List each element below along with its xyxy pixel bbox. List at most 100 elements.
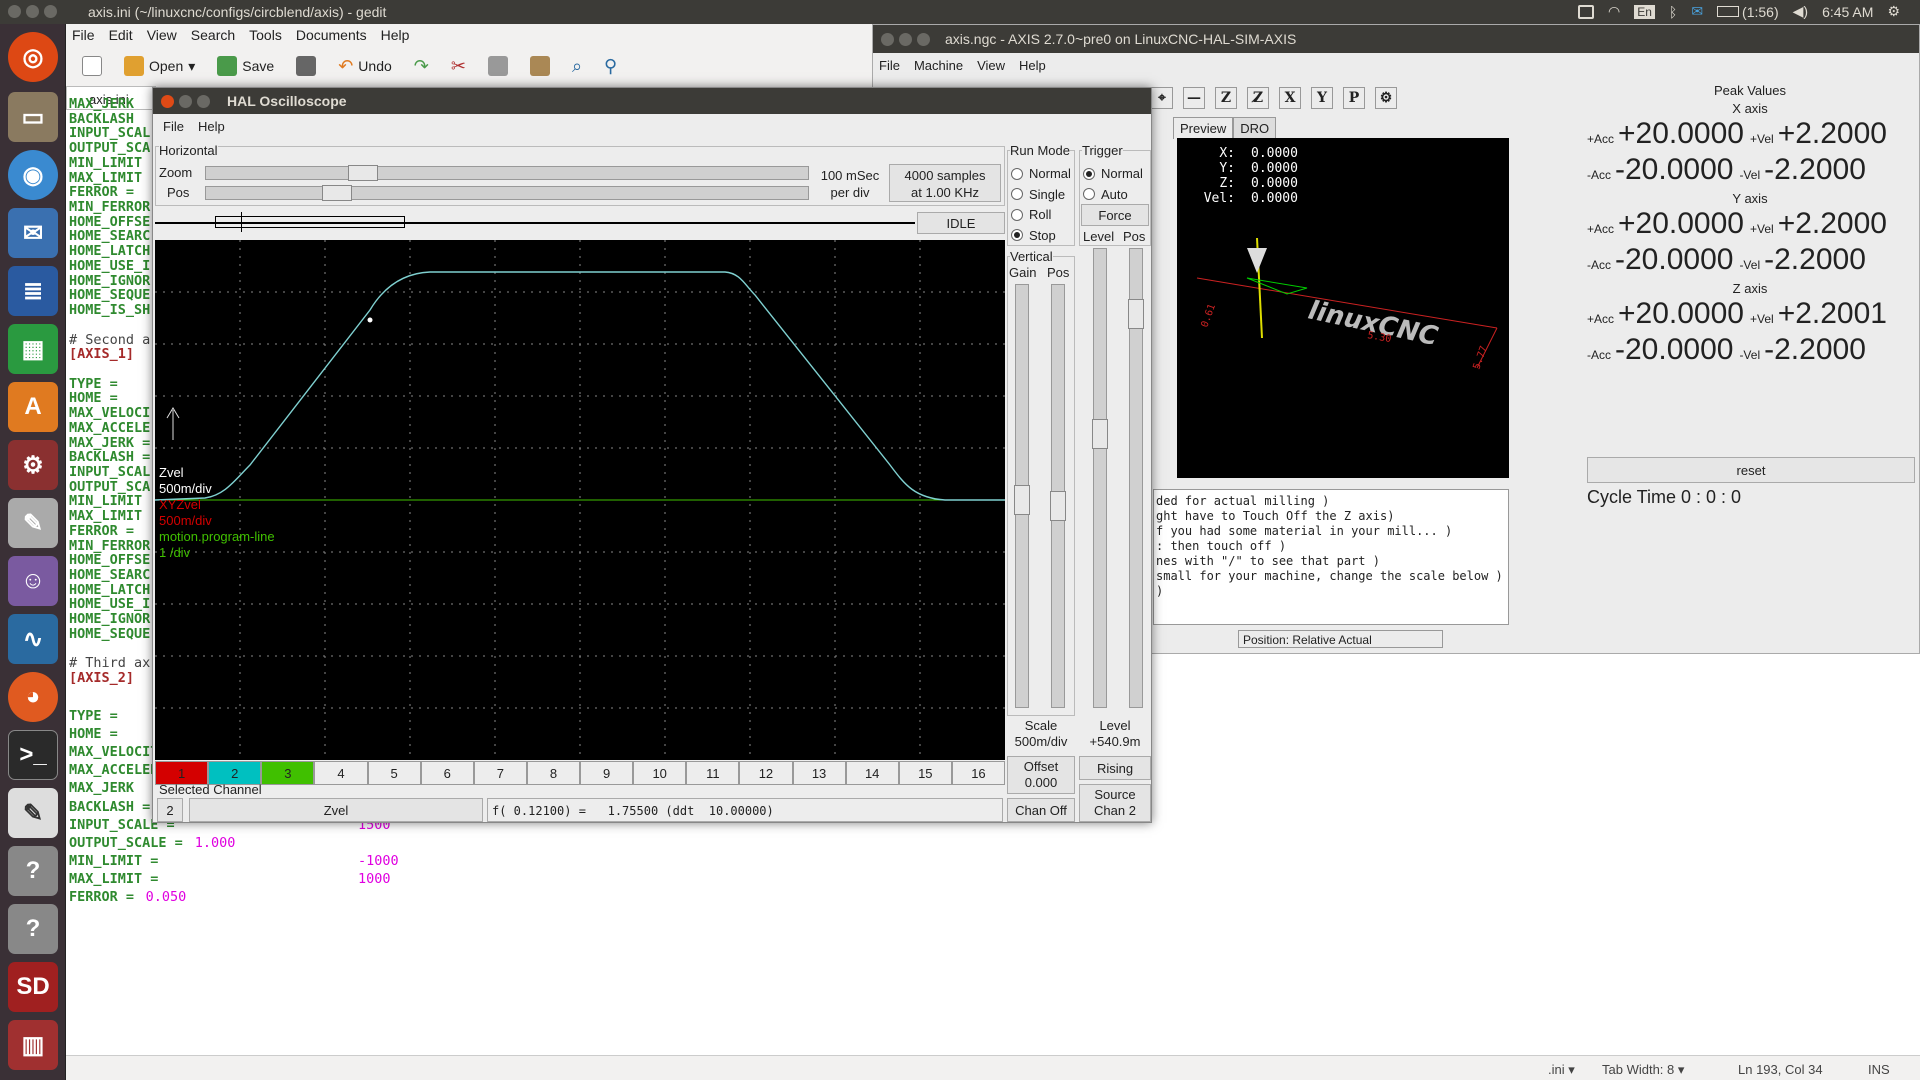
axis-window-controls[interactable]: [881, 33, 930, 46]
run-mode-normal[interactable]: Normal: [1011, 166, 1071, 181]
view-x-icon[interactable]: X: [1279, 87, 1301, 109]
channel-button-7[interactable]: 7: [473, 761, 527, 785]
run-mode-stop[interactable]: Stop: [1011, 228, 1056, 243]
channel-button-14[interactable]: 14: [845, 761, 899, 785]
trigger-mode-normal[interactable]: Normal: [1083, 166, 1143, 181]
print-button[interactable]: [288, 51, 324, 81]
run-mode-single[interactable]: Single: [1011, 187, 1065, 202]
menu-help[interactable]: Help: [381, 27, 410, 43]
system-settings-icon[interactable]: ⚙: [8, 440, 58, 490]
run-mode-roll[interactable]: Roll: [1011, 207, 1051, 222]
view-y-icon[interactable]: Y: [1311, 87, 1333, 109]
trigger-mode-auto[interactable]: Auto: [1083, 187, 1128, 202]
mail-icon[interactable]: ✉: [1691, 3, 1703, 20]
writer-icon[interactable]: ≣: [8, 266, 58, 316]
menu-documents[interactable]: Documents: [296, 27, 367, 43]
edge-button[interactable]: Rising: [1079, 756, 1151, 780]
thunderbird-icon[interactable]: ✉: [8, 208, 58, 258]
trigger-level-thumb[interactable]: [1092, 419, 1108, 449]
scope-menu-help[interactable]: Help: [198, 119, 225, 134]
tools-icon[interactable]: ✎: [8, 498, 58, 548]
files-icon[interactable]: ▭: [8, 92, 58, 142]
menu-view[interactable]: View: [147, 27, 177, 43]
bluetooth-icon[interactable]: ᛒ: [1669, 4, 1677, 20]
scope-menu-file[interactable]: File: [163, 119, 184, 134]
channel-button-5[interactable]: 5: [367, 761, 421, 785]
tab-dro[interactable]: DRO: [1233, 117, 1277, 139]
source-button[interactable]: Source Chan 2: [1079, 784, 1151, 822]
samples-button[interactable]: 4000 samples at 1.00 KHz: [889, 164, 1001, 202]
axis-menu-machine[interactable]: Machine: [914, 58, 963, 73]
trigger-pos-thumb[interactable]: [1128, 299, 1144, 329]
reset-button[interactable]: reset: [1587, 457, 1915, 483]
system-monitor-icon[interactable]: ∿: [8, 614, 58, 664]
tab-preview[interactable]: Preview: [1173, 117, 1234, 139]
sd-card-icon[interactable]: SD: [8, 962, 58, 1012]
new-button[interactable]: [74, 51, 110, 81]
channel-button-3[interactable]: 3: [261, 761, 315, 785]
open-button[interactable]: Open ▾: [116, 51, 203, 81]
chan-off-button[interactable]: Chan Off: [1007, 798, 1075, 822]
gcode-listing[interactable]: ded for actual milling ) ght have to Touc…: [1153, 489, 1509, 625]
gain-thumb[interactable]: [1014, 485, 1030, 515]
offset-button[interactable]: Offset 0.000: [1007, 756, 1075, 794]
channel-button-6[interactable]: 6: [420, 761, 474, 785]
record-position-bar[interactable]: [155, 212, 915, 232]
pos-slider[interactable]: [205, 185, 809, 201]
channel-button-9[interactable]: 9: [580, 761, 634, 785]
language-selector[interactable]: .ini ▾: [1548, 1062, 1575, 1078]
network-icon[interactable]: [1578, 4, 1594, 19]
scope-window-controls[interactable]: [161, 95, 210, 108]
zoom-slider[interactable]: [205, 165, 809, 181]
menu-file[interactable]: File: [72, 27, 95, 43]
axis-menu-help[interactable]: Help: [1019, 58, 1046, 73]
unknown-app-icon-2[interactable]: ?: [8, 904, 58, 954]
copy-button[interactable]: [480, 51, 516, 81]
cut-button[interactable]: ✂: [443, 51, 474, 81]
chevron-down-icon[interactable]: ▾: [188, 58, 195, 75]
axis-menu-view[interactable]: View: [977, 58, 1005, 73]
pidgin-icon[interactable]: ☺: [8, 556, 58, 606]
menu-tools[interactable]: Tools: [249, 27, 282, 43]
channel-button-8[interactable]: 8: [526, 761, 580, 785]
channel-button-13[interactable]: 13: [792, 761, 846, 785]
scope-plot[interactable]: Zvel 500m/div XYZvel 500m/div motion.program…: [154, 240, 1005, 760]
menu-search[interactable]: Search: [191, 27, 235, 43]
zoom-thumb[interactable]: [348, 165, 378, 181]
trigger-pos-slider[interactable]: [1128, 248, 1144, 708]
terminal-icon[interactable]: >_: [8, 730, 58, 780]
force-button[interactable]: Force: [1081, 204, 1149, 226]
channel-button-12[interactable]: 12: [739, 761, 793, 785]
menu-edit[interactable]: Edit: [109, 27, 133, 43]
axis-menu-file[interactable]: File: [879, 58, 900, 73]
replace-button[interactable]: ⚲: [596, 51, 625, 81]
text-editor-icon[interactable]: ✎: [8, 788, 58, 838]
touch-off-icon[interactable]: ⌖: [1151, 87, 1173, 109]
rotate-z-icon[interactable]: Z̸: [1247, 87, 1269, 109]
pos-thumb[interactable]: [322, 185, 352, 201]
gain-slider[interactable]: [1014, 284, 1030, 708]
channel-button-11[interactable]: 11: [686, 761, 740, 785]
vertical-pos-thumb[interactable]: [1050, 491, 1066, 521]
vertical-pos-slider[interactable]: [1050, 284, 1066, 708]
trash-icon[interactable]: ▥: [8, 1020, 58, 1070]
redo-button[interactable]: ↷: [406, 51, 437, 81]
view-p-icon[interactable]: P: [1343, 87, 1365, 109]
channel-button-15[interactable]: 15: [898, 761, 952, 785]
calc-icon[interactable]: ▦: [8, 324, 58, 374]
minus-icon[interactable]: —: [1183, 87, 1205, 109]
unknown-app-icon[interactable]: ?: [8, 846, 58, 896]
selected-channel-name[interactable]: Zvel: [189, 798, 483, 822]
firefox-icon[interactable]: ◕: [8, 672, 58, 722]
find-button[interactable]: ⌕: [564, 51, 590, 81]
channel-button-4[interactable]: 4: [314, 761, 368, 785]
volume-icon[interactable]: ◀): [1793, 3, 1808, 20]
tab-width-selector[interactable]: Tab Width: 8 ▾: [1602, 1062, 1684, 1078]
channel-button-10[interactable]: 10: [633, 761, 687, 785]
undo-button[interactable]: ↶ Undo: [330, 51, 400, 81]
wifi-icon[interactable]: ◠: [1608, 3, 1620, 20]
settings-gear-icon[interactable]: ⚙: [1887, 3, 1900, 20]
battery-icon[interactable]: (1:56): [1717, 4, 1779, 20]
zoom-z-icon[interactable]: Z: [1215, 87, 1237, 109]
chromium-icon[interactable]: ◉: [8, 150, 58, 200]
